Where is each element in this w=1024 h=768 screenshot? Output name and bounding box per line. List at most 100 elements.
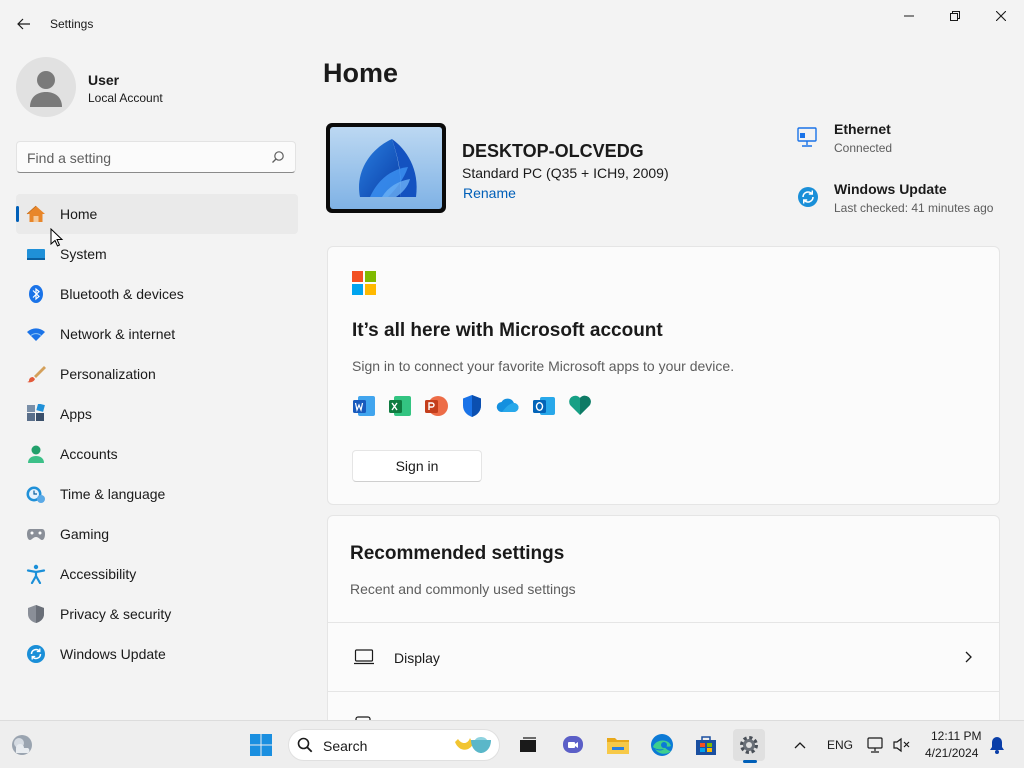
shield-icon — [26, 604, 46, 624]
chevron-up-icon — [794, 742, 806, 749]
active-app-indicator — [743, 760, 757, 763]
sidebar-item-label: Accounts — [60, 446, 118, 462]
network-subtitle: Connected — [834, 141, 893, 155]
avatar[interactable] — [16, 57, 76, 117]
brush-icon — [26, 364, 46, 384]
sidebar-item-time-language[interactable]: Time & language — [16, 474, 298, 514]
title-bar: Settings — [0, 0, 1024, 48]
sidebar-item-accounts[interactable]: Accounts — [16, 434, 298, 474]
device-name: DESKTOP-OLCVEDG — [462, 141, 644, 161]
wallpaper-image — [330, 127, 442, 209]
excel-icon — [389, 396, 411, 416]
settings-taskbar-button[interactable] — [733, 729, 765, 761]
edge-button[interactable] — [646, 729, 678, 761]
network-tray-button[interactable] — [864, 729, 888, 761]
chevron-right-icon — [965, 651, 972, 663]
sidebar-nav: Home System Bluetooth & devices Network … — [16, 194, 298, 674]
card-title: It’s all here with Microsoft account — [352, 320, 663, 341]
sidebar-item-label: Home — [60, 206, 98, 222]
edge-icon — [651, 734, 673, 756]
search-icon[interactable] — [271, 150, 285, 164]
microsoft-logo-icon — [352, 271, 376, 295]
volume-tray-button[interactable] — [890, 729, 914, 761]
sidebar-item-label: System — [60, 246, 107, 262]
sidebar-item-personalization[interactable]: Personalization — [16, 354, 298, 394]
onedrive-icon — [496, 398, 519, 413]
restore-icon — [950, 11, 960, 21]
powerpoint-icon — [425, 396, 448, 416]
page-title: Home — [323, 58, 399, 88]
maximize-button[interactable] — [932, 0, 978, 32]
divider — [328, 691, 999, 692]
network-title: Ethernet — [834, 121, 891, 137]
tray-date[interactable]: 4/21/2024 — [925, 746, 978, 760]
search-input[interactable] — [27, 148, 267, 168]
back-button[interactable] — [10, 10, 38, 38]
recommended-row-display[interactable]: Display — [328, 623, 999, 691]
taskbar-search-label: Search — [323, 738, 368, 754]
store-icon — [696, 736, 716, 755]
app-icon-row — [352, 394, 592, 418]
minimize-button[interactable] — [886, 0, 932, 32]
windows-logo-icon — [250, 734, 272, 756]
accessibility-icon — [26, 564, 46, 584]
row-label: Display — [394, 650, 440, 666]
minimize-icon — [904, 15, 914, 17]
close-icon — [996, 11, 1006, 21]
notifications-button[interactable] — [986, 729, 1008, 761]
recommended-title: Recommended settings — [350, 543, 565, 564]
sidebar-item-privacy[interactable]: Privacy & security — [16, 594, 298, 634]
sidebar-item-label: Accessibility — [60, 566, 137, 582]
family-safety-icon — [569, 395, 591, 415]
bluetooth-icon — [26, 284, 46, 304]
show-hidden-icons-button[interactable] — [786, 729, 814, 761]
sidebar-item-label: Time & language — [60, 486, 166, 502]
taskbar: Search ENG 12:11 PM 4/21/2024 — [0, 720, 1024, 768]
sidebar-item-windows-update[interactable]: Windows Update — [16, 634, 298, 674]
file-explorer-button[interactable] — [602, 729, 634, 761]
settings-window: Settings User Local Account Home — [0, 0, 1024, 745]
update-icon — [26, 644, 46, 664]
taskbar-search[interactable]: Search — [288, 729, 500, 761]
network-status[interactable]: Ethernet Connected — [796, 121, 1016, 165]
sidebar-item-gaming[interactable]: Gaming — [16, 514, 298, 554]
sidebar-item-apps[interactable]: Apps — [16, 394, 298, 434]
start-button[interactable] — [245, 729, 277, 761]
update-status[interactable]: Windows Update Last checked: 41 minutes … — [796, 181, 1016, 225]
chat-icon — [563, 736, 583, 753]
sidebar-item-label: Apps — [60, 406, 92, 422]
store-button[interactable] — [690, 729, 722, 761]
tray-time[interactable]: 12:11 PM — [931, 729, 981, 743]
task-view-icon — [520, 737, 536, 752]
wifi-icon — [26, 324, 46, 344]
sidebar-item-accessibility[interactable]: Accessibility — [16, 554, 298, 594]
sidebar-item-label: Gaming — [60, 526, 110, 542]
sidebar-item-label: Personalization — [60, 366, 156, 382]
rename-link[interactable]: Rename — [463, 185, 516, 201]
recommended-settings-card: Recommended settings Recent and commonly… — [327, 515, 1000, 745]
close-button[interactable] — [978, 0, 1024, 32]
device-thumbnail — [326, 123, 446, 213]
search-highlight-icon — [455, 737, 491, 753]
user-name: User — [88, 72, 120, 88]
recommended-subtitle: Recent and commonly used settings — [350, 581, 576, 597]
outlook-icon — [533, 397, 555, 415]
ethernet-icon — [797, 127, 817, 147]
update-subtitle: Last checked: 41 minutes ago — [834, 201, 994, 215]
widgets-button[interactable] — [6, 729, 38, 761]
task-view-button[interactable] — [512, 729, 544, 761]
language-indicator[interactable]: ENG — [827, 738, 853, 752]
sidebar-item-network[interactable]: Network & internet — [16, 314, 298, 354]
clock-globe-icon — [26, 484, 46, 504]
defender-icon — [463, 395, 481, 417]
sidebar-item-bluetooth[interactable]: Bluetooth & devices — [16, 274, 298, 314]
back-arrow-icon — [17, 18, 30, 30]
device-model: Standard PC (Q35 + ICH9, 2009) — [462, 165, 669, 181]
teams-chat-button[interactable] — [557, 729, 589, 761]
bell-icon — [990, 737, 1004, 754]
sign-in-button[interactable]: Sign in — [352, 450, 482, 482]
sidebar-item-label: Windows Update — [60, 646, 166, 662]
microsoft-account-card: It’s all here with Microsoft account Sig… — [327, 246, 1000, 505]
accounts-icon — [26, 444, 46, 464]
account-type: Local Account — [88, 91, 163, 105]
